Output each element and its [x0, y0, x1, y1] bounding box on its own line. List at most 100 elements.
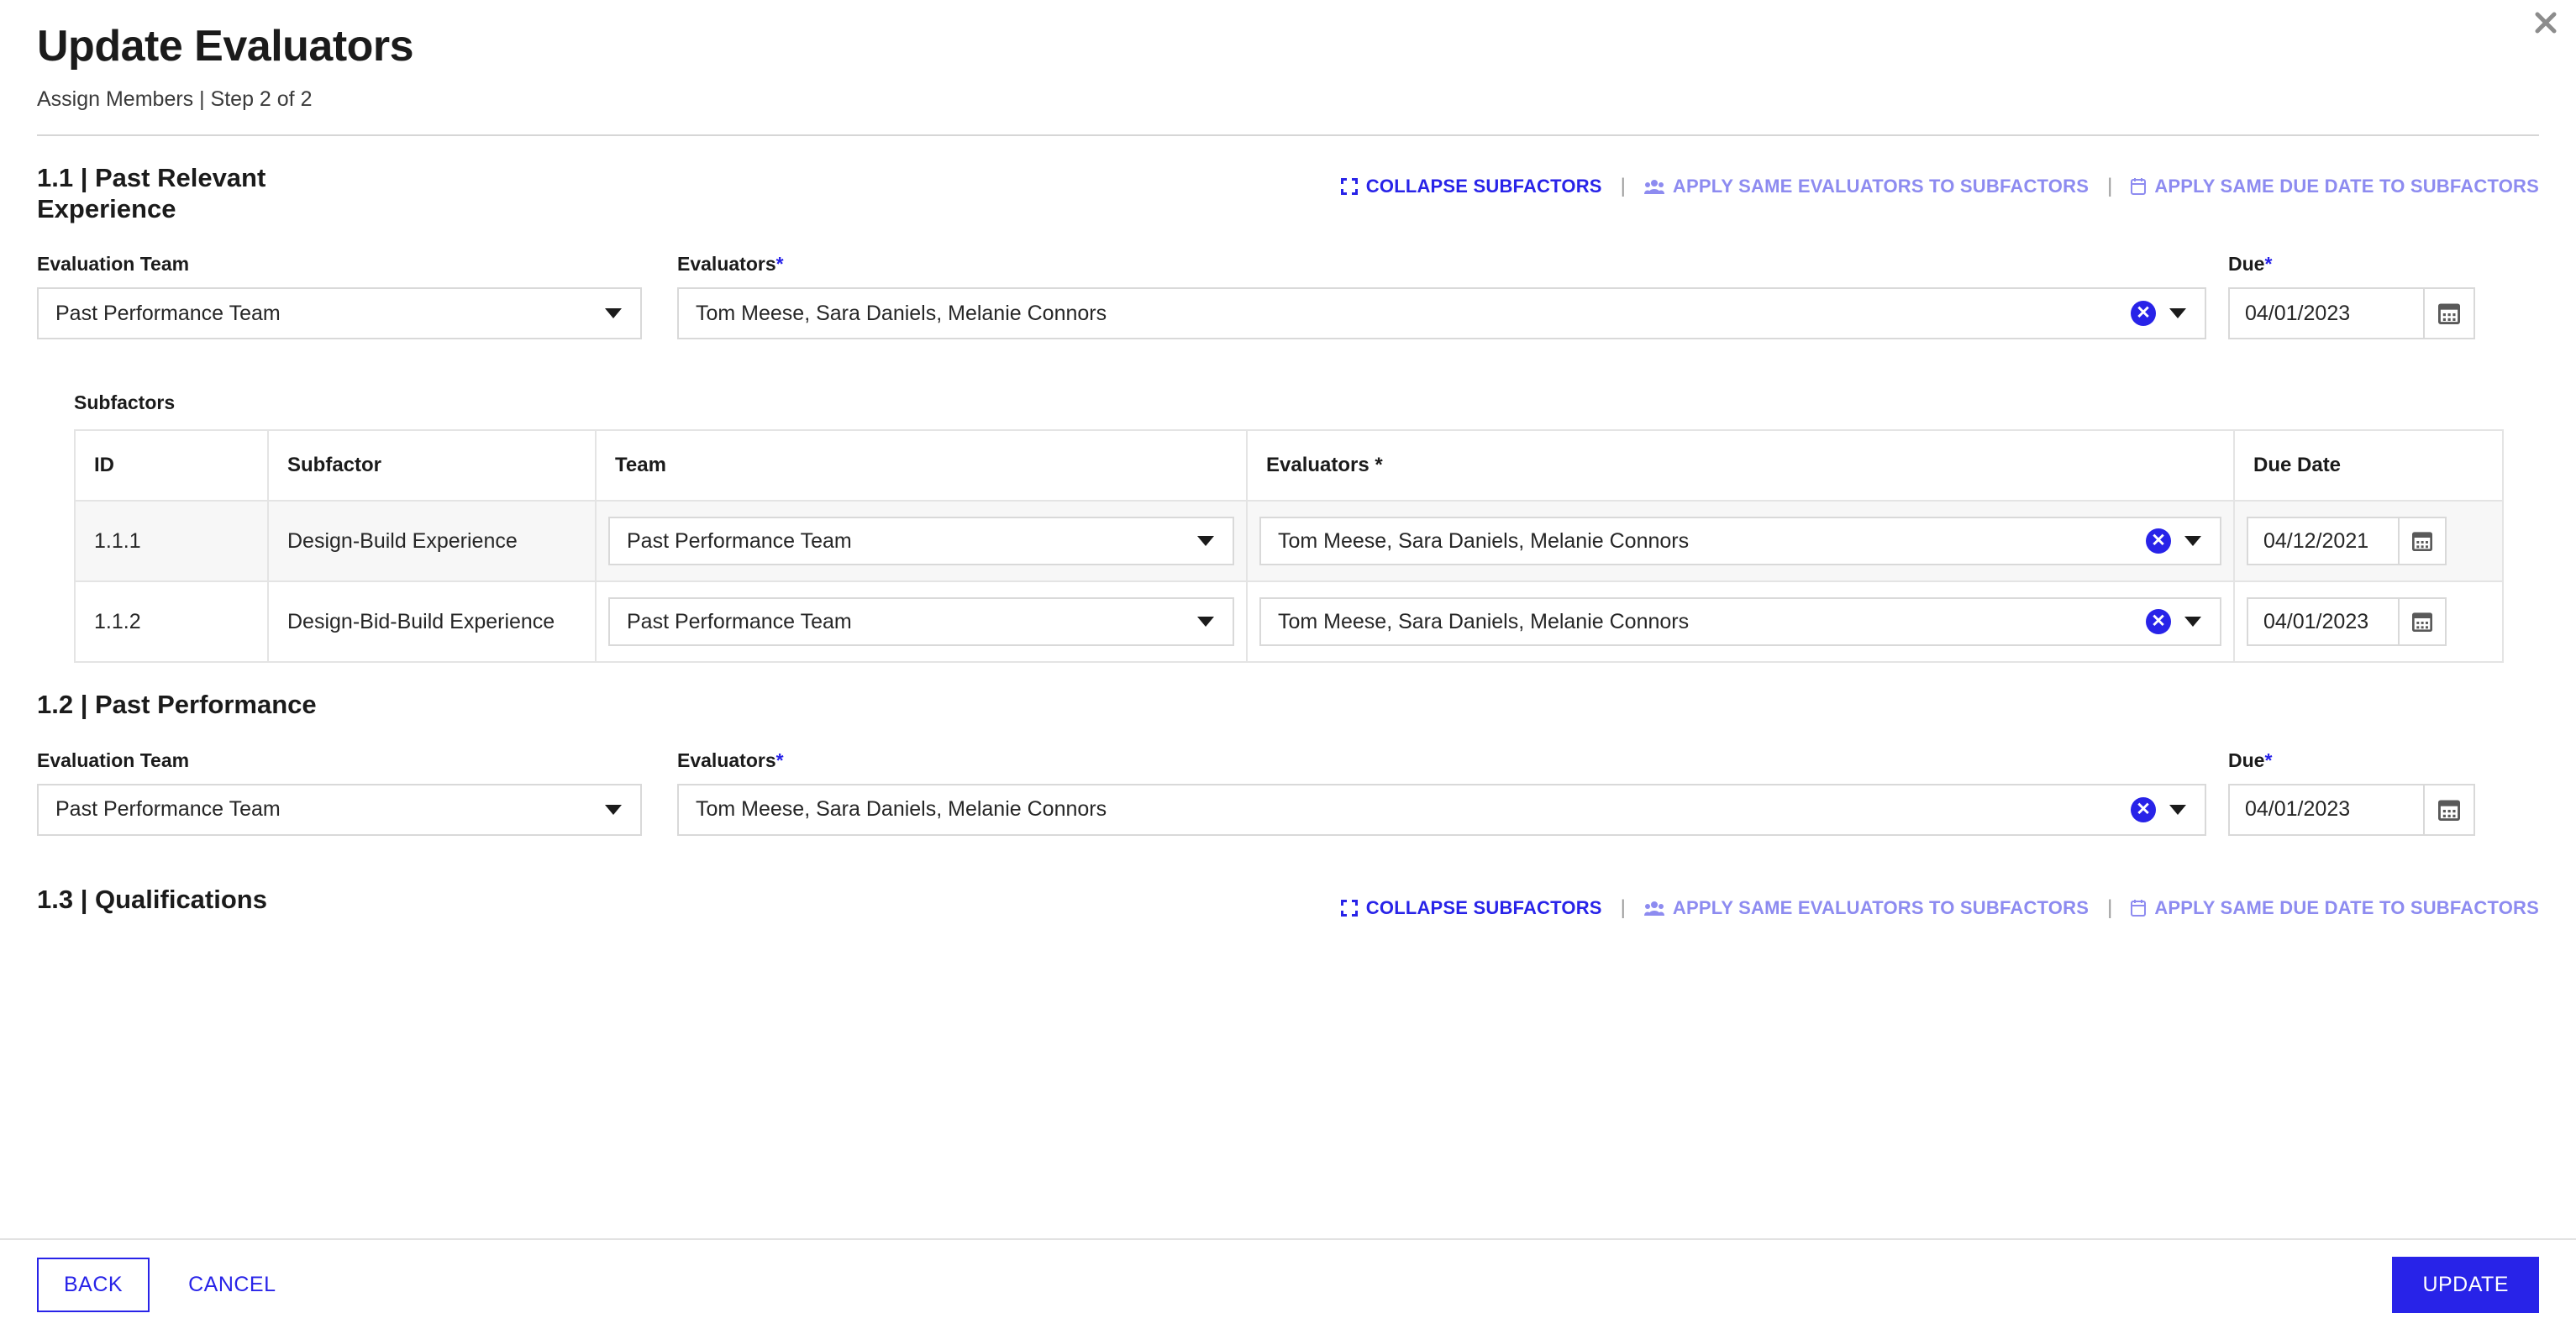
cell-id: 1.1.2: [74, 580, 269, 664]
due-date-control: 04/01/2023: [2228, 287, 2475, 340]
cell-due-date: 04/01/2023: [2233, 580, 2504, 664]
due-date-input[interactable]: 04/01/2023: [2228, 783, 2423, 836]
calendar-picker-button[interactable]: [2398, 517, 2447, 566]
subfactor-evaluators-value: Tom Meese, Sara Daniels, Melanie Connors: [1278, 609, 1690, 633]
section-header-1-3: 1.3 | Qualifications COLLAPSE SUBFACTORS…: [37, 858, 2539, 920]
evaluators-select[interactable]: Tom Meese, Sara Daniels, Melanie Connors…: [677, 287, 2206, 340]
cell-team: Past Performance Team: [595, 580, 1248, 664]
back-button[interactable]: BACK: [37, 1257, 150, 1312]
evaluators-select[interactable]: Tom Meese, Sara Daniels, Melanie Connors…: [677, 783, 2206, 836]
modal-header: Update Evaluators Assign Members | Step …: [0, 0, 2576, 137]
subfactor-due-date-control: 04/01/2023: [2247, 597, 2490, 647]
collapse-subfactors-icon: [1340, 178, 1358, 196]
subfactors-label: Subfactors: [74, 391, 176, 414]
apply-same-evaluators-link[interactable]: APPLY SAME EVALUATORS TO SUBFACTORS: [1643, 176, 2089, 197]
modal-footer: BACK CANCEL UPDATE: [0, 1238, 2576, 1329]
update-evaluators-modal: Update Evaluators Assign Members | Step …: [0, 0, 2576, 1329]
chevron-down-icon: [1197, 617, 1214, 628]
section-actions: COLLAPSE SUBFACTORS | APPLY SAME EVALUAT…: [1340, 896, 2539, 920]
required-asterisk: *: [775, 749, 784, 771]
evaluation-team-select[interactable]: Past Performance Team: [37, 287, 642, 340]
subfactor-evaluators-select[interactable]: Tom Meese, Sara Daniels, Melanie Connors…: [1259, 597, 2221, 647]
calendar-picker-button[interactable]: [2423, 287, 2475, 340]
subfactor-team-value: Past Performance Team: [627, 609, 852, 633]
clear-icon[interactable]: ✕: [2146, 528, 2171, 554]
section-title: 1.1 | Past Relevant Experience: [37, 163, 266, 223]
evaluators-field: Evaluators* Tom Meese, Sara Daniels, Mel…: [677, 253, 2206, 340]
cell-evaluators: Tom Meese, Sara Daniels, Melanie Connors…: [1246, 500, 2235, 583]
page-subtitle: Assign Members | Step 2 of 2: [37, 87, 313, 112]
calendar-icon: [2131, 899, 2147, 917]
cancel-button[interactable]: CANCEL: [178, 1259, 286, 1311]
evaluators-label-text: Evaluators: [677, 253, 776, 276]
cell-team: Past Performance Team: [595, 500, 1248, 583]
collapse-subfactors-link[interactable]: COLLAPSE SUBFACTORS: [1340, 176, 1602, 197]
calendar-icon: [2438, 800, 2460, 821]
section-actions: COLLAPSE SUBFACTORS | APPLY SAME EVALUAT…: [1340, 175, 2539, 198]
clear-icon[interactable]: ✕: [2131, 796, 2156, 822]
calendar-picker-button[interactable]: [2423, 783, 2475, 836]
subfactor-due-date-input[interactable]: 04/12/2021: [2247, 517, 2398, 566]
calendar-picker-button[interactable]: [2398, 597, 2447, 647]
apply-same-evaluators-link[interactable]: APPLY SAME EVALUATORS TO SUBFACTORS: [1643, 896, 2090, 919]
clear-icon[interactable]: ✕: [2131, 301, 2156, 327]
chevron-down-icon: [2184, 536, 2201, 547]
evaluators-field: Evaluators* Tom Meese, Sara Daniels, Mel…: [677, 749, 2206, 836]
chevron-down-icon: [2184, 617, 2201, 628]
evaluation-team-select[interactable]: Past Performance Team: [37, 783, 642, 836]
close-icon[interactable]: [2527, 5, 2564, 42]
chevron-down-icon: [2169, 804, 2186, 815]
evaluators-label-text: Evaluators: [677, 749, 776, 771]
chevron-down-icon: [1197, 536, 1214, 547]
table-header-row: ID Subfactor Team Evaluators * Due Date: [74, 429, 2504, 502]
calendar-icon: [2131, 178, 2147, 196]
update-button[interactable]: UPDATE: [2392, 1256, 2539, 1313]
section-header-1-2: 1.2 | Past Performance: [37, 663, 2539, 721]
modal-body: 1.1 | Past Relevant Experience COLLAPSE …: [0, 136, 2576, 920]
cell-subfactor: Design-Bid-Build Experience: [267, 580, 597, 664]
evaluators-label: Evaluators*: [677, 253, 2206, 276]
page-title: Update Evaluators: [37, 22, 414, 71]
due-field: Due* 04/01/2023: [2228, 749, 2475, 836]
apply-same-due-date-link[interactable]: APPLY SAME DUE DATE TO SUBFACTORS: [2131, 897, 2539, 919]
chevron-down-icon: [605, 308, 622, 319]
collapse-subfactors-label: COLLAPSE SUBFACTORS: [1365, 176, 1602, 197]
cell-id: 1.1.1: [74, 500, 269, 583]
column-header-id: ID: [74, 429, 269, 502]
subfactor-evaluators-select[interactable]: Tom Meese, Sara Daniels, Melanie Connors…: [1259, 517, 2221, 566]
due-label-text: Due: [2228, 749, 2265, 771]
section-header-1-1: 1.1 | Past Relevant Experience COLLAPSE …: [37, 136, 2539, 224]
chevron-down-icon: [2169, 308, 2186, 319]
subfactors-table: ID Subfactor Team Evaluators * Due Date …: [74, 429, 2504, 664]
chevron-down-icon: [605, 804, 622, 815]
action-separator: |: [2107, 896, 2113, 919]
column-header-team: Team: [595, 429, 1248, 502]
apply-same-evaluators-label: APPLY SAME EVALUATORS TO SUBFACTORS: [1672, 896, 2090, 918]
evaluation-team-label: Evaluation Team: [37, 253, 190, 276]
calendar-icon: [2438, 303, 2460, 325]
column-header-evaluators: Evaluators *: [1246, 429, 2235, 502]
table-row: 1.1.1 Design-Build Experience Past Perfo…: [74, 500, 2504, 583]
section-fields-1-1: Evaluation Team Past Performance Team Ev…: [37, 253, 2539, 340]
subfactor-evaluators-value: Tom Meese, Sara Daniels, Melanie Connors: [1278, 528, 1690, 553]
cell-subfactor: Design-Build Experience: [267, 500, 597, 583]
cell-evaluators: Tom Meese, Sara Daniels, Melanie Connors…: [1246, 580, 2235, 664]
apply-same-due-date-link[interactable]: APPLY SAME DUE DATE TO SUBFACTORS: [2131, 176, 2539, 197]
subfactor-due-date-input[interactable]: 04/01/2023: [2247, 597, 2398, 647]
subfactor-team-select[interactable]: Past Performance Team: [608, 597, 1234, 647]
required-asterisk: *: [2264, 749, 2273, 771]
clear-icon[interactable]: ✕: [2146, 609, 2171, 635]
action-separator: |: [2107, 175, 2113, 198]
due-label: Due*: [2228, 749, 2475, 772]
people-group-icon: [1643, 900, 1664, 917]
evaluators-value: Tom Meese, Sara Daniels, Melanie Connors: [696, 301, 1107, 325]
table-row: 1.1.2 Design-Bid-Build Experience Past P…: [74, 580, 2504, 664]
evaluation-team-field: Evaluation Team Past Performance Team: [37, 749, 642, 836]
collapse-subfactors-icon: [1340, 899, 1358, 917]
due-label-text: Due: [2228, 253, 2265, 276]
due-date-input[interactable]: 04/01/2023: [2228, 287, 2423, 340]
subfactor-team-select[interactable]: Past Performance Team: [608, 517, 1234, 566]
calendar-icon: [2412, 612, 2432, 633]
collapse-subfactors-link[interactable]: COLLAPSE SUBFACTORS: [1340, 896, 1602, 919]
collapse-subfactors-label: COLLAPSE SUBFACTORS: [1365, 896, 1602, 918]
